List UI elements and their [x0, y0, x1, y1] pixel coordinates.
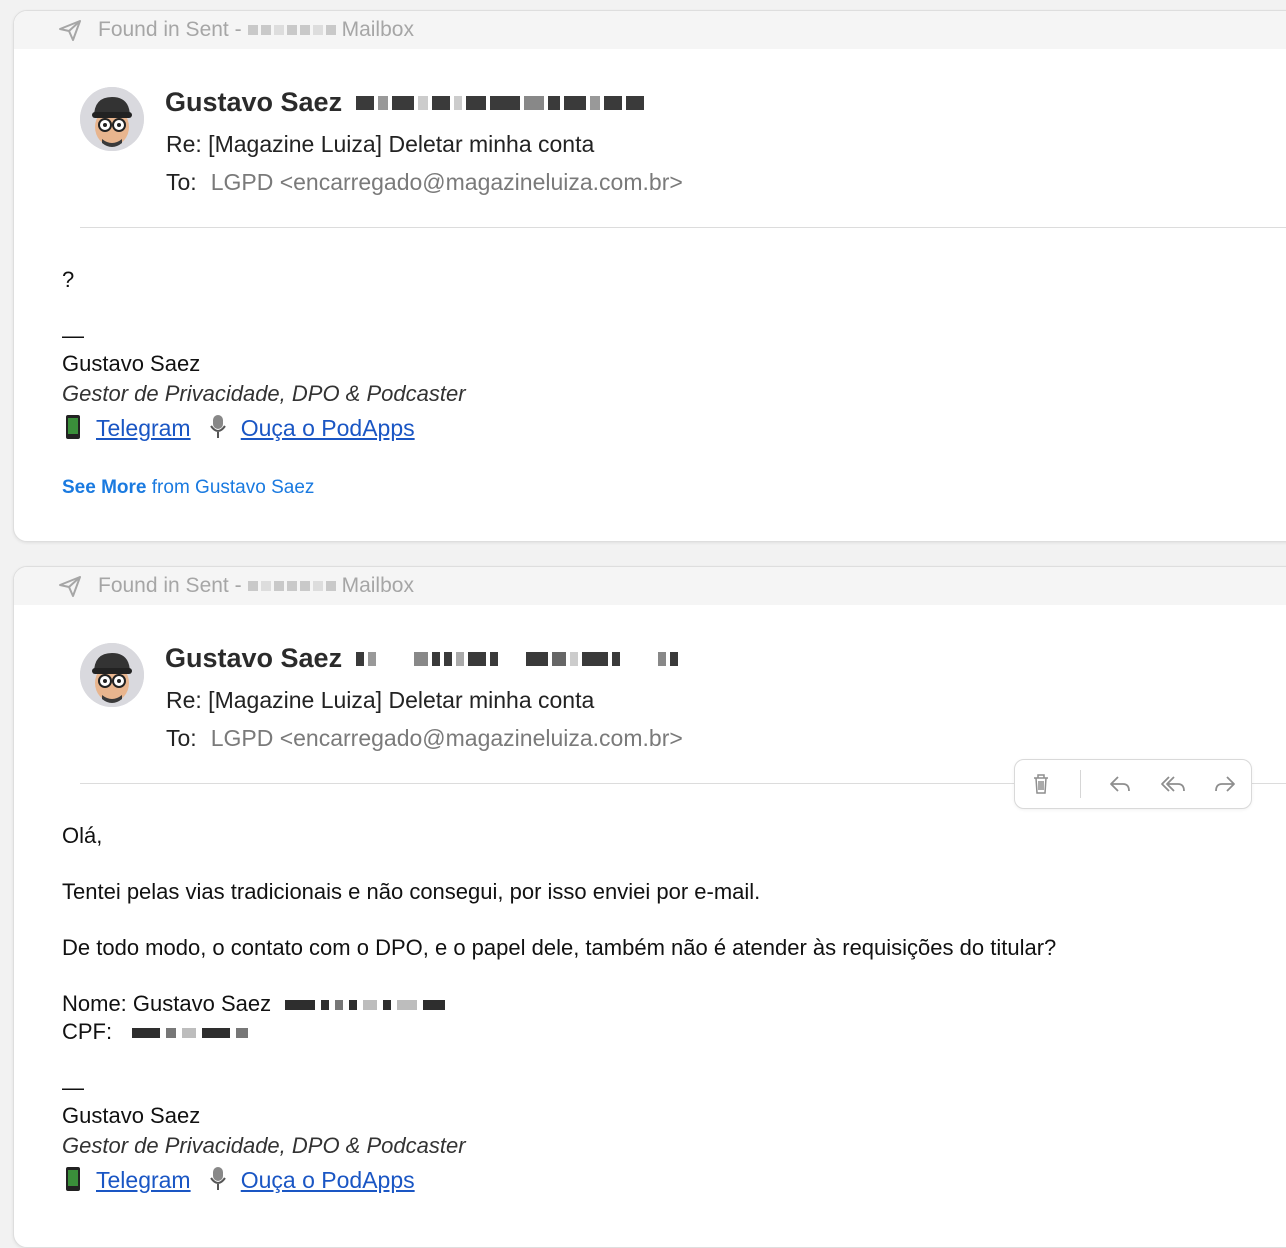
cpf-field: CPF: — [62, 1019, 249, 1045]
found-in-sent-bar: Found in Sent - Mailbox — [14, 567, 1286, 605]
signature-title: Gestor de Privacidade, DPO & Podcaster — [62, 1133, 466, 1158]
body-text: ? — [62, 267, 75, 292]
sender-name[interactable]: Gustavo Saez — [165, 87, 645, 118]
redacted-sender-address — [356, 95, 645, 110]
mailbox-label: Mailbox — [341, 18, 414, 41]
signature-name: Gustavo Saez — [62, 1103, 201, 1128]
see-more-rest: from Gustavo Saez — [151, 477, 315, 498]
memoji-avatar-icon — [80, 87, 144, 151]
redacted-mailbox-owner — [247, 25, 336, 35]
to-address[interactable]: LGPD <encarregado@magazineluiza.com.br> — [211, 725, 683, 751]
recipient-line: To: LGPD <encarregado@magazineluiza.com.b… — [166, 169, 683, 196]
signature-links: Telegram Ouça o PodApps — [62, 414, 415, 442]
avatar[interactable] — [80, 643, 144, 707]
subject-line: Re: [Magazine Luiza] Deletar minha conta — [166, 131, 595, 157]
recipient-line: To: LGPD <encarregado@magazineluiza.com.b… — [166, 725, 683, 752]
nome-field: Nome: Gustavo Saez — [62, 991, 446, 1017]
redacted-sender-address — [356, 651, 679, 666]
signature-title: Gestor de Privacidade, DPO & Podcaster — [62, 381, 466, 406]
telegram-link[interactable]: Telegram — [96, 415, 191, 441]
see-more-bold: See More — [62, 477, 147, 498]
paper-plane-icon — [59, 20, 81, 41]
forward-icon[interactable] — [1212, 771, 1238, 797]
signature-name: Gustavo Saez — [62, 351, 201, 376]
body-greeting: Olá, — [62, 823, 103, 848]
found-in-sent-bar: Found in Sent - Mailbox — [14, 11, 1286, 49]
to-label: To: — [166, 725, 197, 751]
to-label: To: — [166, 169, 197, 195]
reply-all-icon[interactable] — [1160, 771, 1186, 797]
mobile-phone-icon — [66, 1167, 80, 1191]
signature-dash: — — [62, 1075, 84, 1100]
message-card-2: Found in Sent - Mailbox Gustavo Saez Re:… — [13, 566, 1286, 1248]
header-divider — [80, 227, 1286, 228]
signature-dash: — — [62, 323, 84, 348]
mobile-phone-icon — [66, 415, 80, 439]
reply-icon[interactable] — [1107, 771, 1133, 797]
podapps-link[interactable]: Ouça o PodApps — [241, 1167, 415, 1193]
message-action-toolbar — [1014, 759, 1252, 809]
found-label: Found in Sent - — [98, 574, 242, 597]
found-label: Found in Sent - — [98, 18, 242, 41]
paper-plane-icon — [59, 576, 81, 597]
redacted-mailbox-owner — [247, 581, 336, 591]
redacted-surname — [285, 1000, 446, 1011]
cpf-label: CPF: — [62, 1019, 113, 1044]
mailbox-label: Mailbox — [341, 574, 414, 597]
nome-label: Nome: Gustavo Saez — [62, 991, 272, 1016]
message-card-1: Found in Sent - Mailbox Gustavo Saez Re:… — [13, 10, 1286, 542]
avatar[interactable] — [80, 87, 144, 151]
signature-links: Telegram Ouça o PodApps — [62, 1166, 415, 1194]
to-address[interactable]: LGPD <encarregado@magazineluiza.com.br> — [211, 169, 683, 195]
message-header: Gustavo Saez Re: [Magazine Luiza] Deleta… — [14, 605, 1286, 777]
podapps-link[interactable]: Ouça o PodApps — [241, 415, 415, 441]
microphone-icon — [209, 1167, 226, 1190]
redacted-cpf — [132, 1028, 249, 1039]
body-paragraph-2: De todo modo, o contato com o DPO, e o p… — [62, 935, 1057, 960]
toolbar-separator — [1080, 770, 1082, 798]
see-more-link[interactable]: See More from Gustavo Saez — [62, 477, 314, 499]
sender-name[interactable]: Gustavo Saez — [165, 643, 679, 674]
sender-name-text: Gustavo Saez — [165, 87, 343, 117]
body-paragraph-1: Tentei pelas vias tradicionais e não con… — [62, 879, 761, 904]
message-header: Gustavo Saez Re: [Magazine Luiza] Deleta… — [14, 49, 1286, 221]
trash-icon[interactable] — [1028, 771, 1054, 797]
telegram-link[interactable]: Telegram — [96, 1167, 191, 1193]
subject-line: Re: [Magazine Luiza] Deletar minha conta — [166, 687, 595, 713]
memoji-avatar-icon — [80, 643, 144, 707]
sender-name-text: Gustavo Saez — [165, 643, 343, 673]
microphone-icon — [209, 415, 226, 438]
